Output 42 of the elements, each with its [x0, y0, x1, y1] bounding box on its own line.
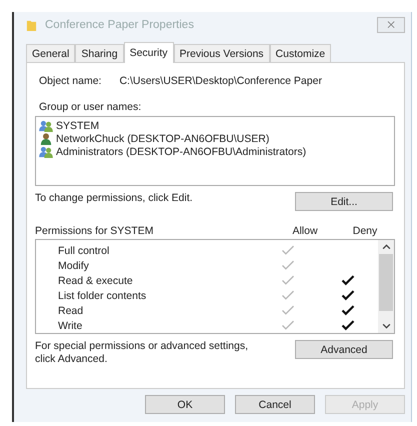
close-button[interactable]: ⨉ [377, 17, 405, 33]
scroll-up-icon[interactable] [382, 244, 390, 250]
user-list-item[interactable]: Administrators (DESKTOP-AN6OFBU\Administrators) [39, 145, 391, 158]
permission-name: Modify [58, 260, 90, 272]
group-label: Group or user names: [39, 101, 142, 113]
dialog-button[interactable]: Cancel [235, 395, 315, 414]
tab[interactable]: Customize [270, 44, 332, 62]
users-icon [39, 146, 53, 158]
tab[interactable]: Sharing [75, 44, 124, 62]
tab[interactable]: General [26, 44, 76, 62]
folder-icon [26, 18, 37, 32]
edit-hint: To change permissions, click Edit. [35, 192, 193, 204]
scrollbar-thumb[interactable] [379, 254, 393, 311]
permission-row[interactable]: Modify [58, 258, 378, 273]
object-path: C:\Users\USER\Desktop\Conference Paper [119, 75, 322, 87]
user-icon [39, 132, 53, 144]
permission-row[interactable]: List folder contents [58, 288, 378, 303]
permission-name: Read [58, 304, 84, 316]
scrollbar[interactable] [378, 240, 394, 333]
tab[interactable]: Security [124, 42, 174, 63]
permission-name: Write [58, 320, 84, 332]
permission-row[interactable]: Write [58, 318, 378, 333]
permission-name: List folder contents [58, 290, 148, 302]
users-icon [39, 120, 53, 132]
permission-row[interactable]: Read & execute [58, 273, 378, 288]
window-title: Conference Paper Properties [45, 19, 195, 31]
user-list-item[interactable]: NetworkChuck (DESKTOP-AN6OFBU\USER) [39, 132, 391, 145]
permissions-label: Permissions for SYSTEM [35, 225, 154, 237]
advanced-button[interactable]: Advanced [295, 340, 393, 359]
deny-header: Deny [352, 225, 378, 237]
scroll-down-icon[interactable] [382, 323, 390, 329]
advanced-hint: For special permissions or advanced settings, click Advanced. [35, 340, 250, 366]
permission-row[interactable]: Read [58, 303, 378, 318]
tab[interactable]: Previous Versions [174, 44, 270, 62]
permission-row[interactable]: Full control [58, 243, 378, 258]
permission-name: Read & execute [58, 274, 134, 286]
permission-name: Full control [58, 244, 110, 256]
edit-button[interactable]: Edit... [295, 192, 393, 211]
object-name-label: Object name: [39, 75, 102, 87]
dialog-button[interactable]: OK [145, 395, 225, 414]
allow-header: Allow [291, 225, 319, 237]
user-list-item[interactable]: SYSTEM [39, 119, 391, 132]
